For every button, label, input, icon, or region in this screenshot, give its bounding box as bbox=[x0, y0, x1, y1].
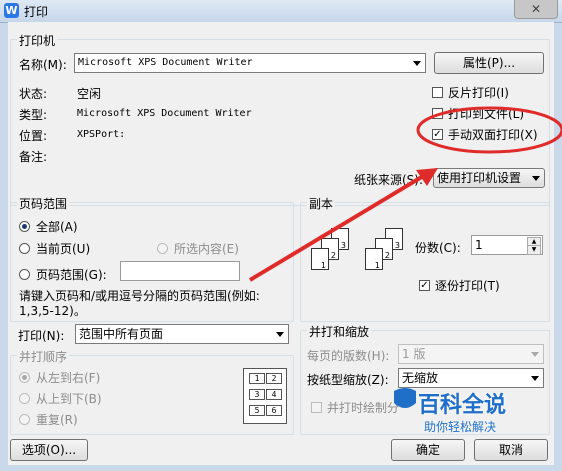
watermark-logo-icon bbox=[394, 388, 416, 408]
annotation-arrow-line bbox=[248, 173, 427, 282]
watermark-main: 百科全说 bbox=[418, 393, 507, 418]
highlight-ellipse bbox=[416, 106, 562, 154]
watermark: 百科全说 助你轻松解决 bbox=[390, 385, 540, 445]
watermark-sub: 助你轻松解决 bbox=[424, 420, 497, 434]
